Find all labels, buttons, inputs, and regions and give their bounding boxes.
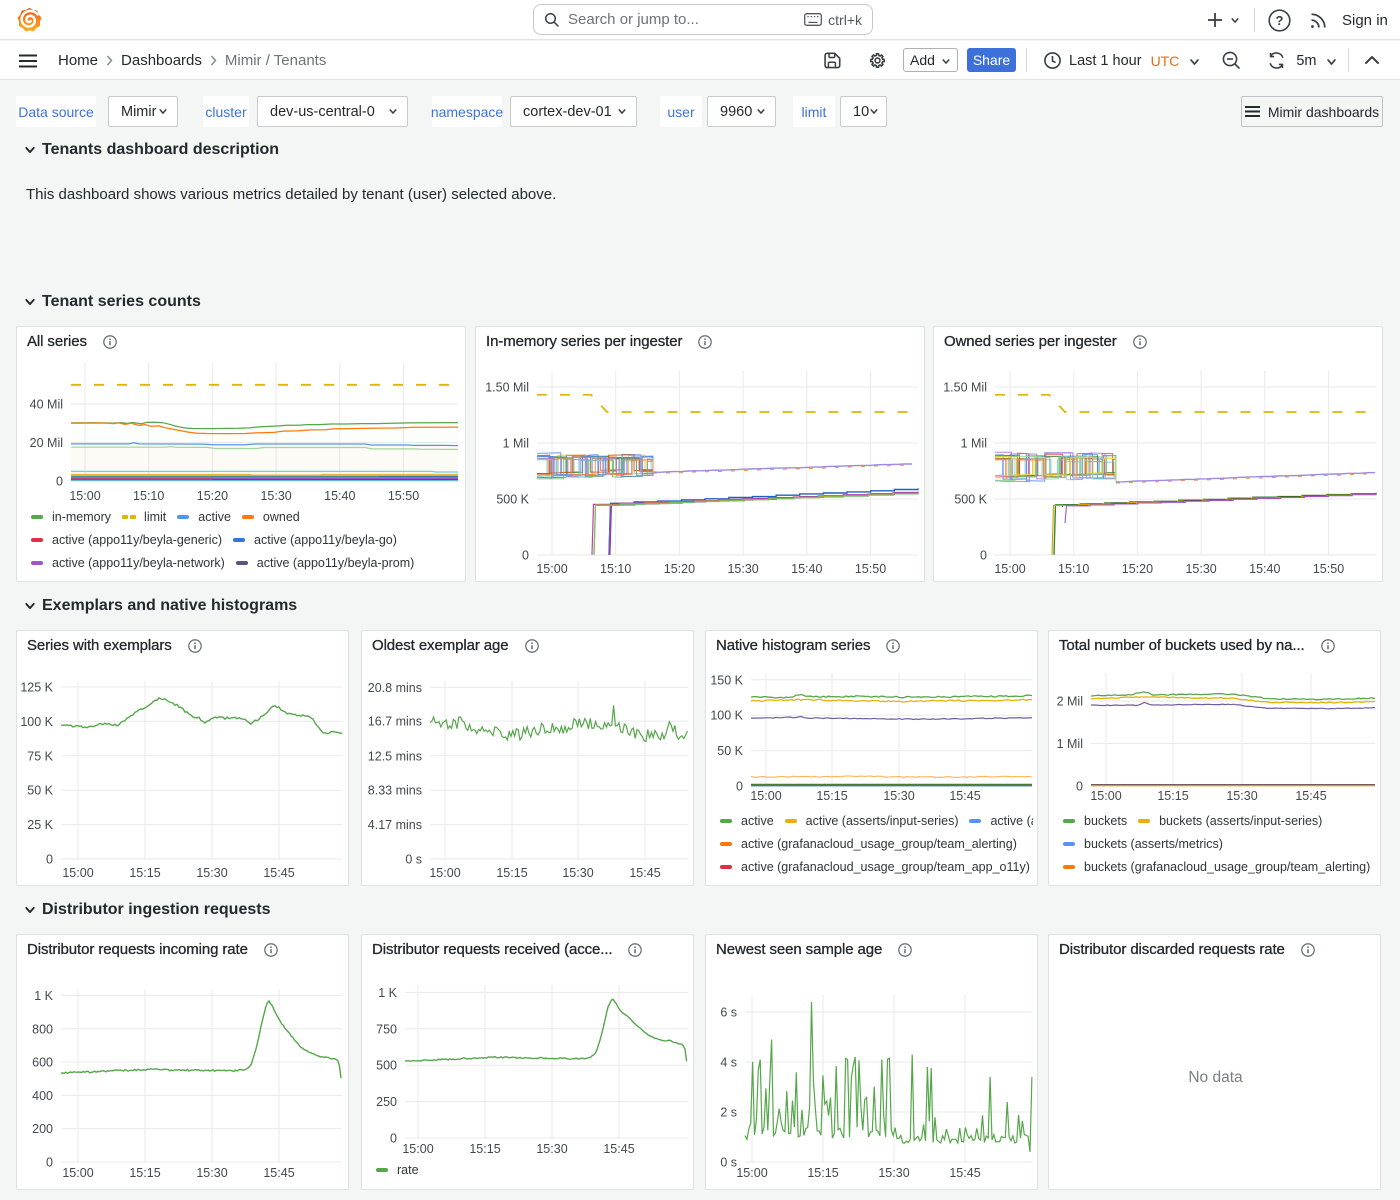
- svg-text:15:30: 15:30: [260, 489, 291, 503]
- svg-text:20.8 mins: 20.8 mins: [368, 681, 422, 695]
- svg-text:125 K: 125 K: [20, 681, 53, 695]
- svg-text:15:30: 15:30: [1226, 789, 1257, 803]
- svg-text:1 Mil: 1 Mil: [1057, 737, 1083, 751]
- svg-text:500 K: 500 K: [954, 493, 987, 507]
- svg-text:15:30: 15:30: [196, 866, 227, 880]
- svg-text:15:00: 15:00: [69, 489, 100, 503]
- svg-text:15:30: 15:30: [883, 789, 914, 803]
- svg-text:2 Mil: 2 Mil: [1057, 695, 1083, 709]
- svg-text:15:00: 15:00: [402, 1142, 433, 1156]
- svg-text:600: 600: [32, 1056, 53, 1070]
- svg-text:15:15: 15:15: [816, 789, 847, 803]
- svg-text:15:40: 15:40: [791, 562, 822, 576]
- svg-text:15:15: 15:15: [496, 866, 527, 880]
- svg-text:0: 0: [46, 1156, 53, 1170]
- svg-text:15:20: 15:20: [197, 489, 228, 503]
- svg-text:1 Mil: 1 Mil: [961, 437, 987, 451]
- svg-text:15:45: 15:45: [603, 1142, 634, 1156]
- svg-text:15:30: 15:30: [878, 1166, 909, 1180]
- svg-text:15:50: 15:50: [855, 562, 886, 576]
- svg-text:50 K: 50 K: [27, 784, 53, 798]
- svg-text:15:45: 15:45: [1295, 789, 1326, 803]
- svg-text:15:45: 15:45: [629, 866, 660, 880]
- svg-text:15:00: 15:00: [429, 866, 460, 880]
- svg-text:15:30: 15:30: [196, 1166, 227, 1180]
- svg-text:15:00: 15:00: [536, 562, 567, 576]
- svg-text:1.50 Mil: 1.50 Mil: [943, 381, 987, 395]
- svg-text:1 K: 1 K: [378, 986, 397, 1000]
- svg-text:15:30: 15:30: [727, 562, 758, 576]
- svg-text:0: 0: [736, 780, 743, 794]
- svg-text:15:15: 15:15: [129, 1166, 160, 1180]
- svg-text:?: ?: [1276, 13, 1284, 28]
- svg-text:15:10: 15:10: [1058, 562, 1089, 576]
- svg-text:15:00: 15:00: [736, 1166, 767, 1180]
- svg-text:15:15: 15:15: [807, 1166, 838, 1180]
- svg-text:15:15: 15:15: [129, 866, 160, 880]
- svg-text:15:20: 15:20: [664, 562, 695, 576]
- svg-text:40 Mil: 40 Mil: [30, 398, 63, 412]
- svg-text:15:45: 15:45: [263, 1166, 294, 1180]
- svg-text:75 K: 75 K: [27, 749, 53, 763]
- svg-text:50 K: 50 K: [717, 744, 743, 758]
- svg-text:15:00: 15:00: [1090, 789, 1121, 803]
- svg-text:100 K: 100 K: [20, 715, 53, 729]
- svg-text:15:00: 15:00: [62, 1166, 93, 1180]
- svg-text:250: 250: [376, 1095, 397, 1109]
- svg-text:15:10: 15:10: [600, 562, 631, 576]
- svg-text:400: 400: [32, 1089, 53, 1103]
- svg-text:15:30: 15:30: [536, 1142, 567, 1156]
- svg-text:15:50: 15:50: [1313, 562, 1344, 576]
- svg-text:6 s: 6 s: [720, 1006, 737, 1020]
- svg-text:4.17 mins: 4.17 mins: [368, 818, 422, 832]
- svg-text:8.33 mins: 8.33 mins: [368, 784, 422, 798]
- svg-text:15:15: 15:15: [1157, 789, 1188, 803]
- svg-text:1.50 Mil: 1.50 Mil: [485, 381, 529, 395]
- svg-text:15:30: 15:30: [562, 866, 593, 880]
- svg-text:800: 800: [32, 1022, 53, 1036]
- svg-text:1 K: 1 K: [34, 989, 53, 1003]
- svg-text:15:15: 15:15: [469, 1142, 500, 1156]
- svg-text:0: 0: [980, 549, 987, 563]
- svg-text:15:30: 15:30: [1185, 562, 1216, 576]
- svg-text:750: 750: [376, 1022, 397, 1036]
- svg-text:15:10: 15:10: [133, 489, 164, 503]
- svg-text:15:00: 15:00: [62, 866, 93, 880]
- svg-text:25 K: 25 K: [27, 818, 53, 832]
- svg-text:1 Mil: 1 Mil: [503, 437, 529, 451]
- svg-text:15:20: 15:20: [1122, 562, 1153, 576]
- svg-text:0 s: 0 s: [405, 853, 422, 867]
- svg-text:500: 500: [376, 1059, 397, 1073]
- svg-text:12.5 mins: 12.5 mins: [368, 749, 422, 763]
- svg-text:15:40: 15:40: [1249, 562, 1280, 576]
- svg-text:15:45: 15:45: [949, 1166, 980, 1180]
- svg-text:15:40: 15:40: [324, 489, 355, 503]
- svg-text:16.7 mins: 16.7 mins: [368, 715, 422, 729]
- svg-text:0: 0: [390, 1132, 397, 1146]
- svg-text:0: 0: [522, 549, 529, 563]
- svg-text:15:00: 15:00: [994, 562, 1025, 576]
- svg-text:15:00: 15:00: [750, 789, 781, 803]
- svg-text:500 K: 500 K: [496, 493, 529, 507]
- svg-text:15:45: 15:45: [949, 789, 980, 803]
- svg-text:4 s: 4 s: [720, 1056, 737, 1070]
- svg-text:100 K: 100 K: [710, 709, 743, 723]
- svg-text:2 s: 2 s: [720, 1106, 737, 1120]
- svg-text:0: 0: [56, 475, 63, 489]
- svg-text:15:50: 15:50: [388, 489, 419, 503]
- svg-text:0: 0: [1076, 780, 1083, 794]
- svg-text:200: 200: [32, 1122, 53, 1136]
- svg-text:20 Mil: 20 Mil: [30, 436, 63, 450]
- svg-text:15:45: 15:45: [263, 866, 294, 880]
- svg-text:150 K: 150 K: [710, 673, 743, 687]
- svg-text:0: 0: [46, 853, 53, 867]
- svg-text:0 s: 0 s: [720, 1156, 737, 1170]
